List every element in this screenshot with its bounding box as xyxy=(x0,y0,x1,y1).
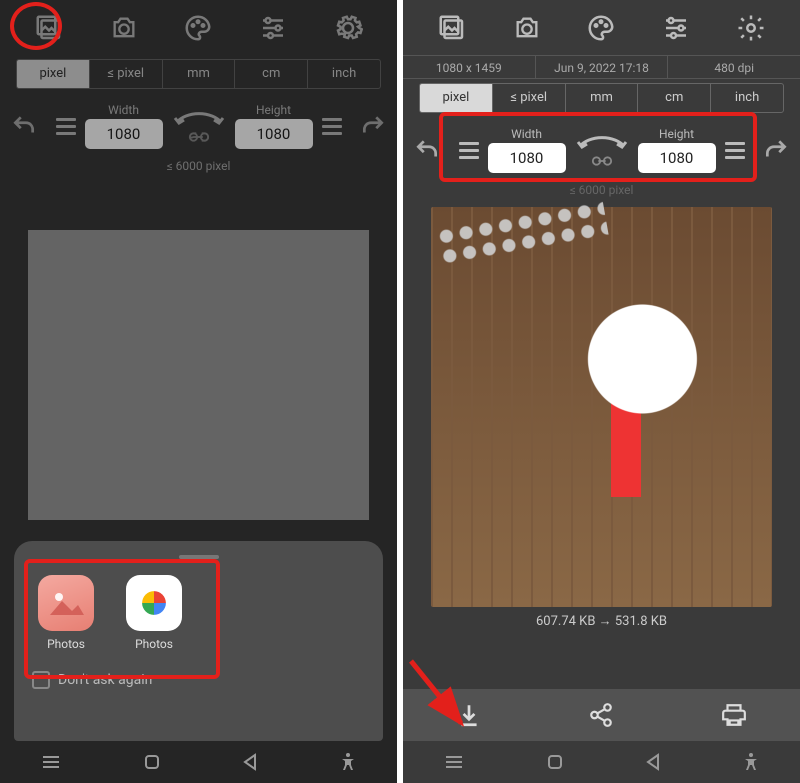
width-input[interactable]: 1080 xyxy=(488,143,566,173)
tab-pixel[interactable]: pixel xyxy=(17,60,90,88)
info-dpi: 480 dpi xyxy=(668,56,800,78)
tab-mm[interactable]: mm xyxy=(566,84,639,112)
nav-back-icon[interactable] xyxy=(645,753,661,771)
nav-home-icon[interactable] xyxy=(143,753,161,771)
image-preview[interactable] xyxy=(431,207,772,607)
tab-pixel[interactable]: pixel xyxy=(420,84,493,112)
sliders-icon[interactable] xyxy=(659,11,693,45)
unit-tabs-right: pixel ≤ pixel mm cm inch xyxy=(419,83,784,113)
camera-icon[interactable] xyxy=(510,11,544,45)
width-field: Width 1080 xyxy=(85,103,163,149)
palette-icon[interactable] xyxy=(181,11,215,45)
tab-inch[interactable]: inch xyxy=(308,60,380,88)
gallery-icon[interactable] xyxy=(435,11,469,45)
gear-icon[interactable] xyxy=(734,11,768,45)
height-field: Height 1080 xyxy=(235,103,313,149)
dimension-core: Width 1080 Height 1080 xyxy=(38,97,359,155)
app-gallery-photos[interactable]: Photos xyxy=(34,575,98,651)
action-bar xyxy=(403,689,800,741)
toolbar xyxy=(0,0,397,55)
tab-cm[interactable]: cm xyxy=(638,84,711,112)
print-button[interactable] xyxy=(714,702,754,728)
info-resolution: 1080 x 1459 xyxy=(403,56,536,78)
swap-icon[interactable] xyxy=(572,132,632,152)
info-date: Jun 9, 2022 17:18 xyxy=(536,56,669,78)
height-menu-icon[interactable] xyxy=(722,139,748,161)
sheet-handle-icon[interactable] xyxy=(179,555,219,559)
height-label: Height xyxy=(256,103,291,117)
tab-le-pixel[interactable]: ≤ pixel xyxy=(90,60,163,88)
gear-icon[interactable] xyxy=(331,11,365,45)
nav-recents-icon[interactable] xyxy=(41,754,61,770)
google-photos-icon xyxy=(126,575,182,631)
redo-button[interactable] xyxy=(762,137,790,163)
nav-recents-icon[interactable] xyxy=(444,754,464,770)
height-input[interactable]: 1080 xyxy=(638,143,716,173)
nav-bar-right xyxy=(403,741,800,783)
tab-mm[interactable]: mm xyxy=(163,60,236,88)
dont-ask-row[interactable]: Don't ask again xyxy=(28,671,369,689)
height-label: Height xyxy=(659,127,694,141)
share-button[interactable] xyxy=(581,702,621,728)
link-icon[interactable] xyxy=(591,154,613,168)
unit-tabs: pixel ≤ pixel mm cm inch xyxy=(16,59,381,89)
height-input[interactable]: 1080 xyxy=(235,119,313,149)
redo-button[interactable] xyxy=(359,113,387,139)
width-label: Width xyxy=(108,103,139,117)
image-canvas[interactable] xyxy=(28,230,369,520)
undo-button[interactable] xyxy=(413,137,441,163)
sliders-icon[interactable] xyxy=(256,11,290,45)
nav-accessibility-icon[interactable] xyxy=(340,752,356,772)
height-menu-icon[interactable] xyxy=(319,115,345,137)
left-screen: pixel ≤ pixel mm cm inch Width 1080 xyxy=(0,0,397,783)
tab-cm[interactable]: cm xyxy=(235,60,308,88)
swap-icon[interactable] xyxy=(169,108,229,128)
sheet-apps: Photos Photos xyxy=(28,569,369,661)
gallery-icon[interactable] xyxy=(32,11,66,45)
undo-button[interactable] xyxy=(10,113,38,139)
dimension-core: Width 1080 Height 1080 xyxy=(441,121,762,179)
dimension-row: Width 1080 Height 1080 xyxy=(10,97,387,155)
width-input[interactable]: 1080 xyxy=(85,119,163,149)
width-menu-icon[interactable] xyxy=(456,139,482,161)
swap-box xyxy=(169,108,229,144)
nav-bar xyxy=(0,741,397,783)
app-picker-sheet: Photos Photos Don't ask again xyxy=(14,541,383,741)
app1-label: Photos xyxy=(34,637,98,651)
width-label: Width xyxy=(511,127,542,141)
download-button[interactable] xyxy=(449,702,489,728)
nav-back-icon[interactable] xyxy=(242,753,258,771)
dont-ask-label: Don't ask again xyxy=(58,672,152,688)
tab-inch[interactable]: inch xyxy=(711,84,783,112)
toolbar-right xyxy=(403,0,800,55)
app2-label: Photos xyxy=(122,637,186,651)
link-icon[interactable] xyxy=(188,130,210,144)
gallery-app-icon xyxy=(38,575,94,631)
tab-le-pixel[interactable]: ≤ pixel xyxy=(493,84,566,112)
dimension-row-right: Width 1080 Height 1080 xyxy=(413,121,790,179)
app-google-photos[interactable]: Photos xyxy=(122,575,186,651)
limit-text: ≤ 6000 pixel xyxy=(0,159,397,173)
nav-accessibility-icon[interactable] xyxy=(743,752,759,772)
checkbox-icon[interactable] xyxy=(32,671,50,689)
info-bar: 1080 x 1459 Jun 9, 2022 17:18 480 dpi xyxy=(403,55,800,79)
limit-text: ≤ 6000 pixel xyxy=(403,183,800,197)
size-text: 607.74 KB → 531.8 KB xyxy=(403,613,800,629)
camera-icon[interactable] xyxy=(107,11,141,45)
right-screen: 1080 x 1459 Jun 9, 2022 17:18 480 dpi pi… xyxy=(403,0,800,783)
palette-icon[interactable] xyxy=(584,11,618,45)
nav-home-icon[interactable] xyxy=(546,753,564,771)
width-menu-icon[interactable] xyxy=(53,115,79,137)
